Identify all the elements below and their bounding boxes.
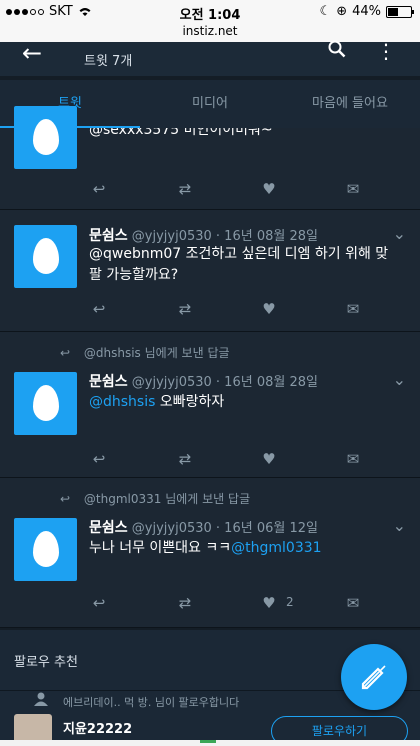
tab-likes[interactable]: 마음에 들어요 xyxy=(280,80,420,128)
author-name[interactable]: 문쉼스 xyxy=(89,520,128,536)
mention-link[interactable]: @dhshsis xyxy=(89,394,155,410)
moon-icon: ☾ xyxy=(319,4,332,19)
compose-icon xyxy=(361,665,386,690)
author-handle: @yjyjyj0530 xyxy=(131,229,212,244)
tweet-item[interactable]: ↩ @dhshsis 님에게 보낸 답글 문쉼스 @yjyjyj0530 · 1… xyxy=(0,332,420,478)
tweet-date: · 16년 06월 12일 xyxy=(215,521,318,536)
followed-by-note: 에브리데이.. 먹 방. 님이 팔로우합니다 xyxy=(63,696,240,709)
tweet-feed: @sexxx3575 미인이이미워~ ↩ ⇄ ♥ ✉ 문쉼스 @yjyjyj05… xyxy=(0,106,420,628)
tweet-author-line: 문쉼스 @yjyjyj0530 · 16년 08월 28일 xyxy=(89,225,318,245)
egg-avatar-icon[interactable] xyxy=(14,106,77,169)
tweet-text: @dhshsis 오빠랑하자 xyxy=(89,394,225,410)
direct-message-icon[interactable]: ✉ xyxy=(344,300,362,318)
suggested-user-name[interactable]: 지윤22222 xyxy=(63,718,132,737)
tab-media[interactable]: 미디어 xyxy=(140,80,280,128)
heart-icon[interactable]: ♥ xyxy=(260,594,278,612)
heart-icon[interactable]: ♥ xyxy=(260,300,278,318)
tweet-text: @qwebnm07 조건하고 싶은데 디엠 하기 위해 맞팔 가능할까요? xyxy=(89,246,389,283)
more-vertical-icon[interactable]: ⋮ xyxy=(376,41,396,61)
tweet-actions: ↩ ⇄ ♥ ✉ xyxy=(90,300,390,318)
retweet-icon[interactable]: ⇄ xyxy=(176,180,194,198)
battery-icon xyxy=(386,5,414,18)
reply-arrow-icon: ↩ xyxy=(60,346,71,360)
reply-icon[interactable]: ↩ xyxy=(90,300,108,318)
mention-link[interactable]: @thgml0331 xyxy=(231,540,321,556)
search-icon[interactable] xyxy=(328,40,346,58)
tweet-actions: ↩ ⇄ ♥ ✉ xyxy=(90,450,390,468)
direct-message-icon[interactable]: ✉ xyxy=(344,450,362,468)
author-handle: @yjyjyj0530 xyxy=(131,521,212,536)
chevron-down-icon[interactable]: ⌄ xyxy=(393,516,406,535)
tweet-text: @sexxx3575 미인이이미워~ xyxy=(89,128,273,138)
status-bar: SKT 오전 1:04 ☾ ⊕ 44% xyxy=(0,0,420,24)
person-icon xyxy=(34,692,48,706)
bottom-strip xyxy=(0,740,420,746)
profile-header: ← 트윗 7개 ⋮ xyxy=(0,40,420,76)
rotation-lock-icon: ⊕ xyxy=(336,4,348,19)
direct-message-icon[interactable]: ✉ xyxy=(344,594,362,612)
reply-icon[interactable]: ↩ xyxy=(90,450,108,468)
tweet-text: 누나 너무 이쁜대요 ㅋㅋ@thgml0331 xyxy=(89,540,322,556)
tweet-actions: ↩ ⇄ ♥ 2 ✉ xyxy=(90,594,390,612)
tweet-date: · 16년 08월 28일 xyxy=(215,375,318,390)
egg-avatar-icon[interactable] xyxy=(14,518,77,581)
tweet-item[interactable]: ↩ @thgml0331 님에게 보낸 답글 문쉼스 @yjyjyj0530 ·… xyxy=(0,478,420,628)
tweet-author-line: 문쉼스 @yjyjyj0530 · 16년 06월 12일 xyxy=(89,517,318,537)
tweet-count: 트윗 7개 xyxy=(84,54,133,69)
tweet-date: · 16년 08월 28일 xyxy=(215,229,318,244)
reply-icon[interactable]: ↩ xyxy=(90,180,108,198)
author-name[interactable]: 문쉼스 xyxy=(89,228,128,244)
reply-arrow-icon: ↩ xyxy=(60,492,71,506)
follow-suggestions-title: 팔로우 추천 xyxy=(14,655,78,670)
compose-button[interactable] xyxy=(341,644,407,710)
url-text: instiz.net xyxy=(182,24,238,38)
direct-message-icon[interactable]: ✉ xyxy=(344,180,362,198)
tweet-item[interactable]: @sexxx3575 미인이이미워~ ↩ ⇄ ♥ ✉ xyxy=(0,106,420,210)
reply-context: ↩ @thgml0331 님에게 보낸 답글 xyxy=(60,492,251,506)
back-arrow-icon[interactable]: ← xyxy=(22,41,42,65)
retweet-icon[interactable]: ⇄ xyxy=(176,300,194,318)
tweet-author-line: 문쉼스 @yjyjyj0530 · 16년 08월 28일 xyxy=(89,371,318,391)
battery-percent: 44% xyxy=(352,4,381,19)
chevron-down-icon[interactable]: ⌄ xyxy=(393,370,406,389)
heart-icon[interactable]: ♥ xyxy=(260,450,278,468)
retweet-icon[interactable]: ⇄ xyxy=(176,594,194,612)
egg-avatar-icon[interactable] xyxy=(14,372,77,435)
egg-avatar-icon[interactable] xyxy=(14,225,77,288)
reply-context: ↩ @dhshsis 님에게 보낸 답글 xyxy=(60,346,230,360)
tweet-item[interactable]: 문쉼스 @yjyjyj0530 · 16년 08월 28일 ⌄ @qwebnm0… xyxy=(0,210,420,332)
browser-url-bar[interactable]: instiz.net xyxy=(0,24,420,42)
like-count: 2 xyxy=(286,595,294,609)
author-name[interactable]: 문쉼스 xyxy=(89,374,128,390)
status-right: ☾ ⊕ 44% xyxy=(319,4,414,19)
reply-icon[interactable]: ↩ xyxy=(90,594,108,612)
chevron-down-icon[interactable]: ⌄ xyxy=(393,224,406,243)
retweet-icon[interactable]: ⇄ xyxy=(176,450,194,468)
author-handle: @yjyjyj0530 xyxy=(131,375,212,390)
heart-icon[interactable]: ♥ xyxy=(260,180,278,198)
tweet-actions: ↩ ⇄ ♥ ✉ xyxy=(90,180,390,198)
